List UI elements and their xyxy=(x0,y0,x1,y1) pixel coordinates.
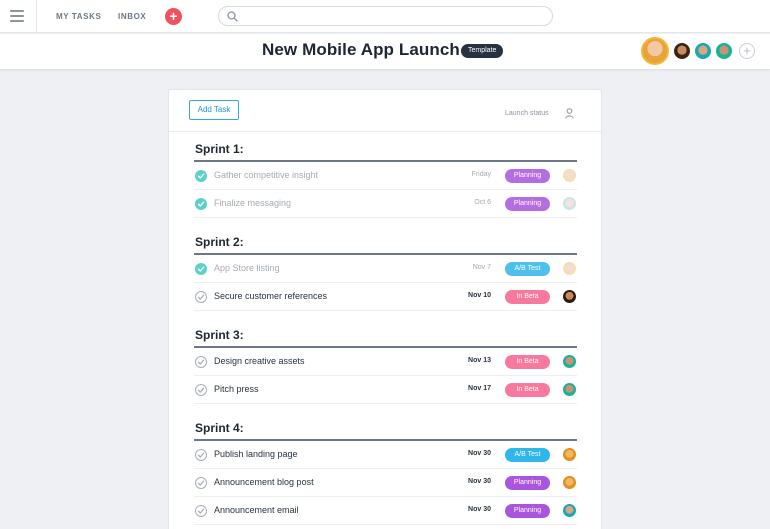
task-row[interactable]: Pitch press Nov 17 In Beta xyxy=(194,376,577,404)
task-name[interactable]: Finalize messaging xyxy=(214,198,291,208)
task-name[interactable]: Announcement email xyxy=(214,505,299,515)
assignee-avatar[interactable] xyxy=(563,169,576,182)
section-title[interactable]: Sprint 4: xyxy=(195,421,244,435)
divider xyxy=(36,0,37,33)
complete-checkbox-icon[interactable] xyxy=(195,384,207,396)
assignee-avatar[interactable] xyxy=(563,290,576,303)
nav-inbox[interactable]: INBOX xyxy=(118,12,146,21)
member-avatar[interactable] xyxy=(693,41,713,61)
task-row[interactable]: Finalize messaging Oct 6 Planning xyxy=(194,190,577,218)
due-date[interactable]: Oct 6 xyxy=(474,199,491,206)
complete-checkbox-icon[interactable] xyxy=(195,356,207,368)
due-date[interactable]: Nov 30 xyxy=(468,450,491,457)
list-toolbar: Add Task Launch status xyxy=(169,90,601,132)
task-row[interactable]: Publish landing page Nov 30 A/B Test xyxy=(194,441,577,469)
task-name[interactable]: Announcement blog post xyxy=(214,477,314,487)
search-icon xyxy=(227,11,238,22)
column-header-launch-status[interactable]: Launch status xyxy=(505,110,549,117)
search-input[interactable] xyxy=(218,6,553,26)
complete-checkbox-icon[interactable] xyxy=(195,505,207,517)
complete-checkbox-icon[interactable] xyxy=(195,198,207,210)
member-avatar[interactable] xyxy=(641,37,669,65)
assignee-column-icon[interactable] xyxy=(565,108,574,119)
task-row[interactable]: Announcement email Nov 30 Planning xyxy=(194,497,577,525)
complete-checkbox-icon[interactable] xyxy=(195,291,207,303)
task-row[interactable]: App Store listing Nov 7 A/B Test xyxy=(194,255,577,283)
assignee-avatar[interactable] xyxy=(563,383,576,396)
due-date[interactable]: Nov 13 xyxy=(468,357,491,364)
project-title: New Mobile App Launch xyxy=(262,40,460,59)
assignee-avatar[interactable] xyxy=(563,504,576,517)
due-date[interactable]: Nov 7 xyxy=(473,264,491,271)
task-list-card: Add Task Launch status Sprint 1: Gather c… xyxy=(168,89,602,529)
task-name[interactable]: Publish landing page xyxy=(214,449,298,459)
assignee-avatar[interactable] xyxy=(563,355,576,368)
member-avatar[interactable] xyxy=(672,41,692,61)
task-name[interactable]: App Store listing xyxy=(214,263,280,273)
assignee-avatar[interactable] xyxy=(563,448,576,461)
top-bar: MY TASKS INBOX + xyxy=(0,0,770,33)
project-header: New Mobile App Launch Template + xyxy=(0,34,770,70)
member-avatar[interactable] xyxy=(714,41,734,61)
complete-checkbox-icon[interactable] xyxy=(195,263,207,275)
status-badge[interactable]: A/B Test xyxy=(505,262,550,276)
quick-add-button[interactable]: + xyxy=(165,8,182,25)
assignee-avatar[interactable] xyxy=(563,197,576,210)
due-date[interactable]: Friday xyxy=(472,171,491,178)
due-date[interactable]: Nov 10 xyxy=(468,292,491,299)
complete-checkbox-icon[interactable] xyxy=(195,449,207,461)
task-name[interactable]: Design creative assets xyxy=(214,356,305,366)
assignee-avatar[interactable] xyxy=(563,262,576,275)
assignee-avatar[interactable] xyxy=(563,476,576,489)
due-date[interactable]: Nov 17 xyxy=(468,385,491,392)
task-row[interactable]: Announcement blog post Nov 30 Planning xyxy=(194,469,577,497)
status-badge[interactable]: A/B Test xyxy=(505,448,550,462)
due-date[interactable]: Nov 30 xyxy=(468,506,491,513)
section-title[interactable]: Sprint 2: xyxy=(195,235,244,249)
task-name[interactable]: Pitch press xyxy=(214,384,259,394)
task-row[interactable]: Gather competitive insight Friday Planning xyxy=(194,162,577,190)
section-title[interactable]: Sprint 3: xyxy=(195,328,244,342)
task-row[interactable]: Design creative assets Nov 13 In Beta xyxy=(194,348,577,376)
section-title[interactable]: Sprint 1: xyxy=(195,142,244,156)
status-badge[interactable]: In Beta xyxy=(505,290,550,304)
due-date[interactable]: Nov 30 xyxy=(468,478,491,485)
template-badge: Template xyxy=(461,44,504,58)
status-badge[interactable]: Planning xyxy=(505,197,550,211)
task-row[interactable]: Secure customer references Nov 10 In Beta xyxy=(194,283,577,311)
add-task-button[interactable]: Add Task xyxy=(189,100,239,120)
status-badge[interactable]: Planning xyxy=(505,476,550,490)
status-badge[interactable]: In Beta xyxy=(505,383,550,397)
add-member-button[interactable]: + xyxy=(739,43,755,59)
nav-my-tasks[interactable]: MY TASKS xyxy=(56,12,101,21)
task-name[interactable]: Gather competitive insight xyxy=(214,170,318,180)
task-name[interactable]: Secure customer references xyxy=(214,291,327,301)
status-badge[interactable]: In Beta xyxy=(505,355,550,369)
menu-icon[interactable] xyxy=(10,10,24,22)
status-badge[interactable]: Planning xyxy=(505,504,550,518)
complete-checkbox-icon[interactable] xyxy=(195,170,207,182)
complete-checkbox-icon[interactable] xyxy=(195,477,207,489)
status-badge[interactable]: Planning xyxy=(505,169,550,183)
